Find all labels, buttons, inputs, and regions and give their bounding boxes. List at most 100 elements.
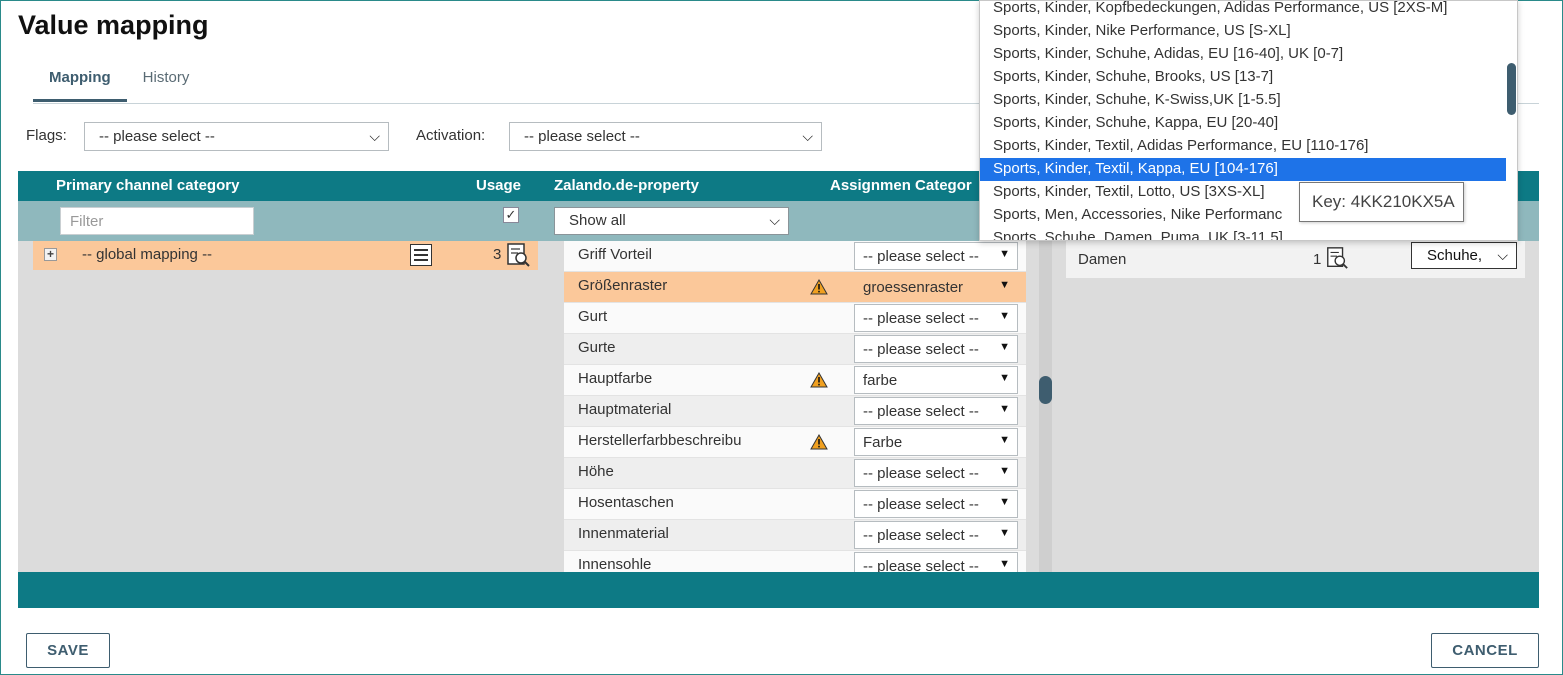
splitter-handle[interactable]	[1039, 376, 1052, 404]
property-name: Hauptfarbe	[578, 370, 653, 387]
dropdown-option[interactable]: Sports, Kinder, Schuhe, Brooks, US [13-7…	[980, 66, 1509, 89]
dropdown-option[interactable]: Sports, Kinder, Nike Performance, US [S-…	[980, 20, 1509, 43]
table-row[interactable]: Herstellerfarbbeschreibu Farbe ▼	[564, 427, 1026, 458]
header-zalando-property[interactable]: Zalando.de-property	[554, 177, 699, 194]
flags-select[interactable]: -- please select -- ⌵	[84, 122, 389, 151]
property-name: Griff Vorteil	[578, 246, 652, 263]
usage-checkbox[interactable]: ✓	[503, 207, 519, 223]
assignment-value: -- please select --	[863, 403, 979, 420]
dropdown-scrollbar-thumb[interactable]	[1507, 63, 1516, 115]
table-row[interactable]: Gurt -- please select -- ▼	[564, 303, 1026, 334]
dropdown-option-selected[interactable]: Sports, Kinder, Textil, Kappa, EU [104-1…	[980, 158, 1509, 181]
usage-search-icon[interactable]	[505, 242, 531, 268]
table-row[interactable]: Größenraster groessenraster ▼	[564, 272, 1026, 303]
assignment-value: -- please select --	[863, 341, 979, 358]
usage-search-icon[interactable]	[1325, 246, 1349, 270]
global-mapping-label: -- global mapping --	[82, 246, 213, 263]
property-name: Innensohle	[578, 556, 652, 572]
assignment-value: groessenraster	[863, 279, 964, 296]
assignment-select[interactable]: -- please select -- ▼	[854, 335, 1018, 363]
cancel-button[interactable]: CANCEL	[1431, 633, 1539, 668]
flags-select-value: -- please select --	[99, 128, 215, 145]
caret-down-icon: ▼	[999, 310, 1010, 322]
property-name: Gurt	[578, 308, 608, 325]
property-name: Innenmaterial	[578, 525, 669, 542]
dropdown-scrollbar[interactable]	[1506, 1, 1517, 240]
panel-splitter[interactable]	[1039, 241, 1052, 572]
dropdown-option[interactable]: Sports, Kinder, Schuhe, K-Swiss,UK [1-5.…	[980, 89, 1509, 112]
assignment-select[interactable]: farbe ▼	[854, 366, 1018, 394]
table-row[interactable]: Hosentaschen -- please select -- ▼	[564, 489, 1026, 520]
global-usage-count: 3	[493, 246, 502, 263]
table-row[interactable]: Innenmaterial -- please select -- ▼	[564, 520, 1026, 551]
warning-icon	[810, 372, 828, 388]
property-name: Hauptmaterial	[578, 401, 672, 418]
save-button[interactable]: SAVE	[26, 633, 110, 668]
list-details-icon[interactable]	[410, 244, 432, 266]
table-row[interactable]: Gurte -- please select -- ▼	[564, 334, 1026, 365]
assignment-value: -- please select --	[863, 527, 979, 544]
assignment-select[interactable]: -- please select -- ▼	[854, 397, 1018, 425]
caret-down-icon: ▼	[999, 403, 1010, 415]
category-assignment-select[interactable]: Schuhe, ⌵	[1411, 242, 1517, 269]
table-row[interactable]: Griff Vorteil -- please select -- ▼	[564, 241, 1026, 272]
chevron-down-icon: ⌵	[1497, 247, 1508, 263]
property-name: Hosentaschen	[578, 494, 674, 511]
assignment-value: -- please select --	[863, 558, 979, 572]
assignment-select[interactable]: groessenraster ▼	[854, 273, 1018, 301]
property-name: Höhe	[578, 463, 614, 480]
page-title: Value mapping	[18, 10, 209, 40]
activation-select[interactable]: -- please select -- ⌵	[509, 122, 822, 151]
tab-mapping[interactable]: Mapping	[33, 64, 127, 102]
show-all-select-value: Show all	[569, 212, 626, 229]
property-name: Größenraster	[578, 277, 668, 294]
category-filter-input[interactable]: Filter	[60, 207, 254, 235]
assignment-select[interactable]: -- please select -- ▼	[854, 242, 1018, 270]
dropdown-option[interactable]: Sports, Kinder, Schuhe, Adidas, EU [16-4…	[980, 43, 1509, 66]
table-row[interactable]: Hauptmaterial -- please select -- ▼	[564, 396, 1026, 427]
caret-down-icon: ▼	[999, 558, 1010, 570]
header-usage[interactable]: Usage	[476, 177, 521, 194]
tab-bar: Mapping History	[33, 64, 205, 102]
chevron-down-icon: ⌵	[802, 128, 813, 144]
dropdown-option[interactable]: Sports, Kinder, Kopfbedeckungen, Adidas …	[980, 1, 1509, 20]
category-assignment-value: Schuhe,	[1427, 247, 1483, 264]
warning-icon	[810, 434, 828, 450]
chevron-down-icon: ⌵	[769, 212, 780, 228]
caret-down-icon: ▼	[999, 248, 1010, 260]
activation-label: Activation:	[416, 127, 486, 144]
assignment-value: -- please select --	[863, 496, 979, 513]
dropdown-option[interactable]: Sports, Kinder, Textil, Adidas Performan…	[980, 135, 1509, 158]
right-usage-count: 1	[1313, 251, 1322, 268]
activation-select-value: -- please select --	[524, 128, 640, 145]
caret-down-icon: ▼	[999, 527, 1010, 539]
assignment-value: -- please select --	[863, 310, 979, 327]
assignment-select[interactable]: -- please select -- ▼	[854, 304, 1018, 332]
caret-down-icon: ▼	[999, 341, 1010, 353]
header-primary-category[interactable]: Primary channel category	[56, 177, 239, 194]
tab-history[interactable]: History	[127, 64, 206, 102]
property-name: Herstellerfarbbeschreibu	[578, 432, 742, 449]
assignment-value: -- please select --	[863, 465, 979, 482]
assignment-select[interactable]: -- please select -- ▼	[854, 552, 1018, 572]
show-all-select[interactable]: Show all ⌵	[554, 207, 789, 235]
dropdown-option[interactable]: Sports, Kinder, Schuhe, Kappa, EU [20-40…	[980, 112, 1509, 135]
assignment-value: Farbe	[863, 434, 903, 451]
caret-down-icon: ▼	[999, 496, 1010, 508]
header-assignment-category[interactable]: Assignmen Categor	[830, 177, 980, 194]
assignment-select[interactable]: Farbe ▼	[854, 428, 1018, 456]
expand-plus-icon[interactable]: +	[44, 248, 57, 261]
table-row[interactable]: Innensohle -- please select -- ▼	[564, 551, 1026, 572]
key-tooltip: Key: 4KK210KX5A	[1299, 182, 1464, 222]
table-row[interactable]: Hauptfarbe farbe ▼	[564, 365, 1026, 396]
caret-down-icon: ▼	[999, 434, 1010, 446]
chevron-down-icon: ⌵	[369, 128, 380, 144]
warning-icon	[810, 279, 828, 295]
assignment-select[interactable]: -- please select -- ▼	[854, 459, 1018, 487]
table-row[interactable]: Höhe -- please select -- ▼	[564, 458, 1026, 489]
assignment-select[interactable]: -- please select -- ▼	[854, 521, 1018, 549]
flags-label: Flags:	[26, 127, 67, 144]
assignment-select[interactable]: -- please select -- ▼	[854, 490, 1018, 518]
dropdown-option[interactable]: Sports, Schuhe, Damen, Puma, UK [3-11.5]	[980, 227, 1509, 240]
property-name: Gurte	[578, 339, 616, 356]
